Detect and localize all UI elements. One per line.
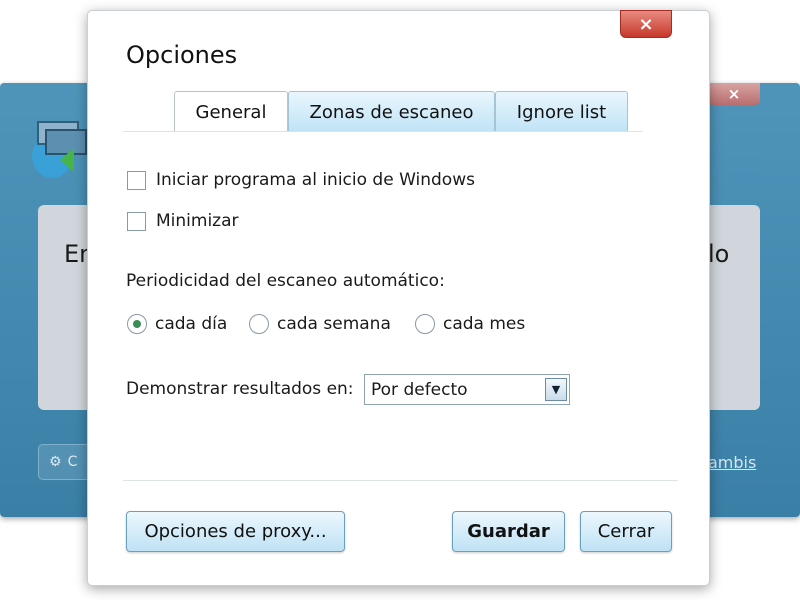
radio-monthly[interactable]: cada mes (415, 313, 525, 335)
background-text-right: lo (708, 240, 730, 268)
daily-label: cada día (155, 314, 228, 334)
proxy-options-button[interactable]: Opciones de proxy... (126, 511, 345, 552)
scan-period-label: Periodicidad del escaneo automático: (126, 271, 445, 291)
results-display-select[interactable]: Por defecto ▼ (364, 374, 570, 405)
radio-selected-dot (133, 320, 141, 328)
start-with-windows-label: Iniciar programa al inicio de Windows (156, 170, 475, 190)
tab-divider (123, 131, 643, 132)
minimize-checkbox[interactable] (127, 211, 146, 231)
close-icon: × (638, 13, 654, 35)
tab-zonas-de-escaneo[interactable]: Zonas de escaneo (288, 91, 495, 132)
chevron-down-icon[interactable]: ▼ (545, 378, 567, 401)
monthly-label: cada mes (443, 314, 526, 334)
dialog-close-button[interactable]: × (620, 10, 672, 38)
radio-weekly[interactable]: cada semana (249, 313, 391, 335)
gear-icon: ⚙ (49, 454, 62, 470)
background-close-button[interactable]: × (708, 83, 760, 105)
minimize-label: Minimizar (156, 211, 239, 231)
background-settings-button[interactable]: ⚙ C (38, 444, 92, 480)
checkbox-row-minimize[interactable]: Minimizar (127, 210, 239, 232)
monthly-radio[interactable] (415, 314, 435, 334)
start-with-windows-checkbox[interactable] (127, 170, 146, 190)
save-button[interactable]: Guardar (452, 511, 565, 552)
results-display-label: Demonstrar resultados en: (126, 379, 354, 399)
background-settings-label: C (67, 454, 78, 470)
results-select-value: Por defecto (371, 379, 468, 400)
radio-daily[interactable]: cada día (127, 313, 227, 335)
tab-ignore-list[interactable]: Ignore list (495, 91, 628, 132)
tab-general[interactable]: General (174, 91, 288, 132)
dialog-title: Opciones (126, 41, 238, 69)
checkbox-row-start-with-windows[interactable]: Iniciar programa al inicio de Windows (127, 169, 475, 191)
bottom-divider (123, 480, 678, 481)
weekly-radio[interactable] (249, 314, 269, 334)
background-link[interactable]: ambis (708, 453, 756, 472)
weekly-label: cada semana (277, 314, 391, 334)
daily-radio[interactable] (127, 314, 147, 334)
close-button[interactable]: Cerrar (580, 511, 672, 552)
app-logo-icon (30, 108, 92, 180)
